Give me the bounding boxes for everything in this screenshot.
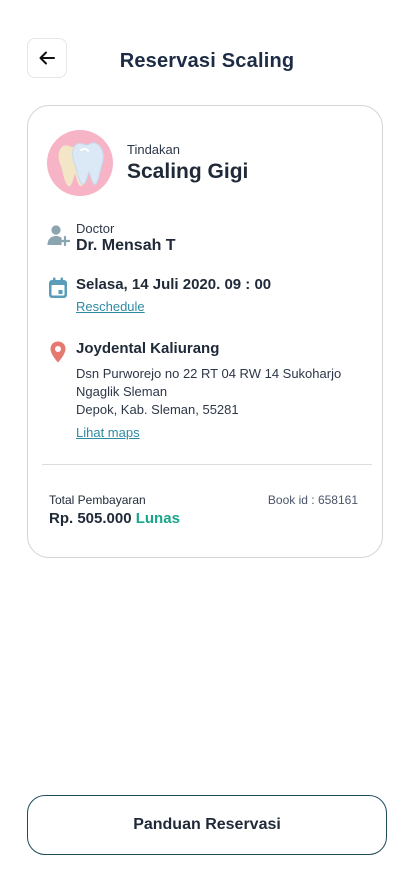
address-line: Ngaglik Sleman	[76, 384, 168, 399]
schedule-time: 09 : 00	[224, 276, 272, 293]
payment-status: Lunas	[135, 510, 180, 527]
page-title: Reservasi Scaling	[119, 50, 295, 72]
view-maps-link[interactable]: Lihat maps	[76, 425, 140, 440]
reservation-guide-button[interactable]: Panduan Reservasi	[27, 795, 387, 855]
treatment-name: Scaling Gigi	[127, 160, 249, 183]
header: Reservasi Scaling	[0, 38, 414, 86]
payment-label: Total Pembayaran	[49, 493, 146, 507]
doctor-label: Doctor	[76, 221, 115, 236]
payment-amount: Rp. 505.000	[49, 510, 132, 527]
clinic-name: Joydental Kaliurang	[76, 340, 220, 357]
payment-total: Rp. 505.000 Lunas	[49, 510, 180, 527]
address-line: Depok, Kab. Sleman, 55281	[76, 402, 239, 417]
divider	[42, 464, 372, 465]
clinic-address: Dsn Purworejo no 22 RT 04 RW 14 Sukoharj…	[76, 365, 366, 419]
schedule-datetime: Selasa, 14 Juli 2020. 09 : 00	[76, 276, 366, 293]
location-info: Joydental Kaliurang Dsn Purworejo no 22 …	[76, 340, 366, 442]
treatment-section: Tindakan Scaling Gigi	[47, 130, 248, 196]
payment-summary: Total Pembayaran Rp. 505.000 Lunas	[49, 493, 180, 527]
address-line: Dsn Purworejo no 22 RT 04 RW 14 Sukoharj…	[76, 366, 342, 381]
treatment-label: Tindakan	[127, 142, 180, 157]
treatment-text: Tindakan Scaling Gigi	[127, 142, 357, 184]
reschedule-link[interactable]: Reschedule	[76, 299, 145, 314]
treatment-avatar	[47, 130, 113, 196]
doctor-info: Doctor Dr. Mensah T	[76, 221, 366, 255]
tooth-icon	[58, 142, 104, 187]
schedule-date: Selasa, 14 Juli 2020.	[76, 276, 221, 293]
book-id: Book id : 658161	[267, 493, 358, 507]
reservation-card: Tindakan Scaling Gigi Doctor Dr. Mensah …	[27, 105, 383, 558]
location-pin-icon	[50, 341, 66, 363]
doctor-name: Dr. Mensah T	[76, 237, 176, 254]
calendar-icon	[49, 277, 67, 298]
schedule-info: Selasa, 14 Juli 2020. 09 : 00 Reschedule	[76, 276, 366, 316]
doctor-add-icon	[47, 225, 70, 247]
